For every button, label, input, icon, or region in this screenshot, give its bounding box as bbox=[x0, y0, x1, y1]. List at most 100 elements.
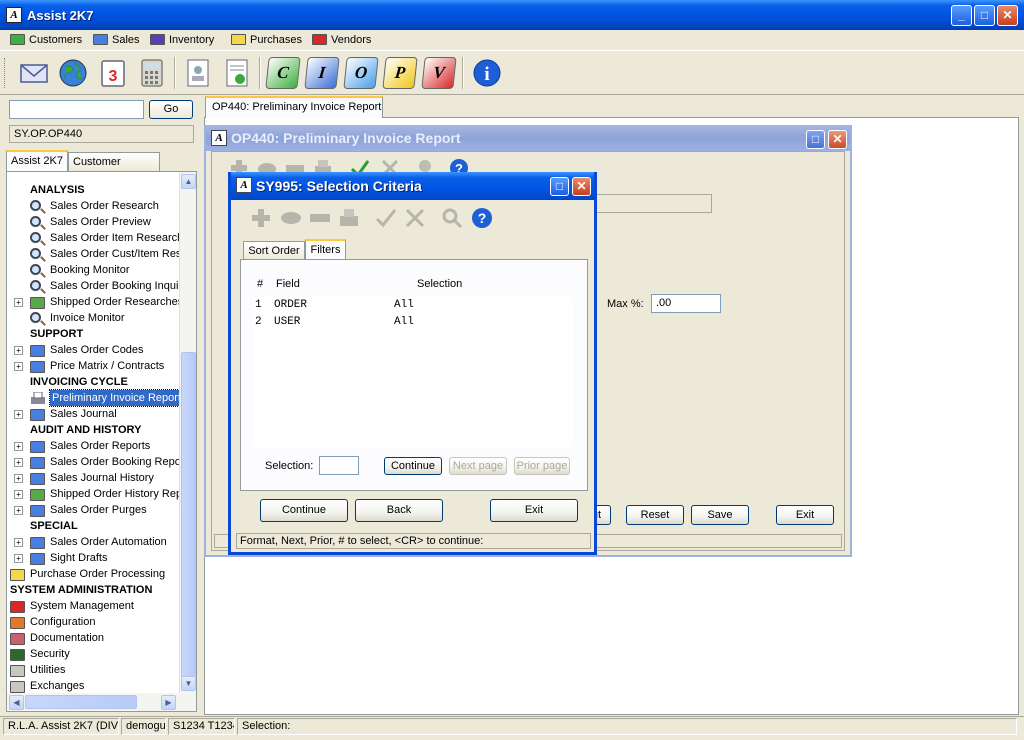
search-input[interactable] bbox=[9, 100, 144, 119]
expand-icon[interactable]: + bbox=[14, 554, 23, 563]
minus-icon[interactable] bbox=[309, 207, 331, 232]
maximize-button[interactable]: □ bbox=[974, 5, 995, 26]
table-row[interactable]: 2 USER All bbox=[255, 316, 571, 332]
back-button[interactable]: Back bbox=[355, 499, 443, 522]
horizontal-scrollbar[interactable]: ◀ ▶ bbox=[7, 693, 196, 711]
inner-continue-button[interactable]: Continue bbox=[384, 457, 442, 475]
scroll-down-button[interactable]: ▼ bbox=[181, 676, 196, 691]
op440-maximize-button[interactable]: □ bbox=[806, 130, 825, 149]
expand-icon[interactable]: + bbox=[14, 474, 23, 483]
app-logo-icon: A bbox=[6, 7, 22, 23]
folder-icon bbox=[231, 34, 246, 45]
tab-sort-order[interactable]: Sort Order bbox=[243, 241, 305, 260]
expand-icon[interactable]: + bbox=[14, 362, 23, 371]
hscroll-thumb[interactable] bbox=[25, 695, 137, 709]
close-button[interactable]: ✕ bbox=[997, 5, 1018, 26]
expand-icon[interactable]: + bbox=[14, 410, 23, 419]
envelope-icon[interactable] bbox=[18, 57, 50, 89]
expand-icon[interactable]: + bbox=[14, 346, 23, 355]
folder-icon bbox=[30, 297, 45, 309]
menu-inventory[interactable]: Inventory bbox=[150, 32, 214, 48]
folder-icon bbox=[30, 361, 45, 373]
report-icon[interactable] bbox=[221, 57, 253, 89]
cancel-icon[interactable] bbox=[404, 207, 426, 232]
column-header-selection: Selection bbox=[417, 278, 463, 290]
inventory-i-button[interactable]: I bbox=[304, 57, 340, 89]
magnifier-icon bbox=[30, 312, 41, 323]
vertical-scrollbar[interactable]: ▲ ▼ bbox=[179, 172, 196, 693]
exit-button[interactable]: Exit bbox=[490, 499, 578, 522]
calculator-icon[interactable] bbox=[136, 57, 168, 89]
folder-icon bbox=[30, 345, 45, 357]
tree-item-label: System Management bbox=[30, 600, 134, 612]
expand-icon[interactable]: + bbox=[14, 506, 23, 515]
selection-input[interactable] bbox=[319, 456, 359, 475]
expand-icon[interactable]: + bbox=[14, 490, 23, 499]
tab-filters[interactable]: Filters bbox=[305, 239, 346, 260]
dialog-status-line: Format, Next, Prior, # to select, <CR> t… bbox=[236, 533, 591, 549]
menu-label: Purchases bbox=[250, 34, 302, 46]
navigation-panel: Go SY.OP.OP440 Assist 2K7 Customer Servi… bbox=[0, 96, 203, 716]
filter-list[interactable]: 1 ORDER All 2 USER All bbox=[253, 297, 573, 447]
folder-icon bbox=[30, 409, 45, 421]
row-field: ORDER bbox=[274, 299, 308, 311]
scroll-right-button[interactable]: ▶ bbox=[161, 695, 176, 710]
max-pct-input[interactable]: .00 bbox=[651, 294, 721, 313]
table-row[interactable]: 1 ORDER All bbox=[255, 299, 571, 315]
tree-item-label: Preliminary Invoice Report bbox=[49, 389, 184, 407]
go-button[interactable]: Go bbox=[149, 100, 193, 119]
toolbar-separator bbox=[462, 57, 464, 89]
continue-button[interactable]: Continue bbox=[260, 499, 348, 522]
expand-icon[interactable]: + bbox=[14, 298, 23, 307]
scroll-thumb[interactable] bbox=[181, 352, 196, 677]
search-icon[interactable] bbox=[441, 207, 463, 232]
sy995-title-bar[interactable]: A SY995: Selection Criteria □ ✕ bbox=[231, 172, 594, 200]
reset-button[interactable]: Reset bbox=[626, 505, 684, 525]
folder-icon bbox=[30, 489, 45, 501]
eraser-icon[interactable] bbox=[280, 207, 302, 232]
tab-op440[interactable]: OP440: Preliminary Invoice Report bbox=[205, 96, 383, 118]
menu-vendors[interactable]: Vendors bbox=[312, 32, 371, 48]
expand-icon[interactable]: + bbox=[14, 538, 23, 547]
status-terminal: S1234 T1234 bbox=[168, 718, 235, 735]
menu-sales[interactable]: Sales bbox=[93, 32, 140, 48]
orders-o-button[interactable]: O bbox=[343, 57, 379, 89]
tree-item-label: Shipped Order Researches bbox=[50, 296, 184, 308]
menu-tree: ANALYSIS Sales Order Research Sales Order … bbox=[6, 171, 197, 712]
minimize-button[interactable]: _ bbox=[951, 5, 972, 26]
tree-item-label: Sales Order Preview bbox=[50, 216, 151, 228]
scroll-up-button[interactable]: ▲ bbox=[181, 174, 196, 189]
vendors-v-button[interactable]: V bbox=[421, 57, 457, 89]
toolbar-grip[interactable] bbox=[4, 58, 7, 88]
next-page-button[interactable]: Next page bbox=[449, 457, 507, 475]
info-icon[interactable]: i bbox=[471, 57, 503, 89]
op440-close-button[interactable]: ✕ bbox=[828, 130, 847, 149]
prior-page-button[interactable]: Prior page bbox=[514, 457, 570, 475]
tab-customer-service[interactable]: Customer Service bbox=[68, 152, 160, 186]
scroll-left-button[interactable]: ◀ bbox=[9, 695, 24, 710]
expand-icon[interactable]: + bbox=[14, 458, 23, 467]
folder-icon bbox=[10, 617, 25, 629]
add-icon[interactable] bbox=[250, 207, 272, 232]
op440-title-bar[interactable]: A OP440: Preliminary Invoice Report □ ✕ bbox=[206, 125, 850, 151]
window-title: Assist 2K7 bbox=[27, 8, 94, 23]
globe-icon[interactable] bbox=[57, 57, 89, 89]
purchases-p-button[interactable]: P bbox=[382, 57, 418, 89]
save-button[interactable]: Save bbox=[691, 505, 749, 525]
status-user: demogui bbox=[121, 718, 166, 735]
magnifier-icon bbox=[30, 232, 41, 243]
sy995-close-button[interactable]: ✕ bbox=[572, 177, 591, 196]
check-icon[interactable] bbox=[375, 207, 397, 232]
contacts-icon[interactable] bbox=[182, 57, 214, 89]
print-icon[interactable] bbox=[338, 207, 360, 232]
sy995-maximize-button[interactable]: □ bbox=[550, 177, 569, 196]
main-title-bar[interactable]: A Assist 2K7 _ □ ✕ bbox=[0, 0, 1024, 30]
menu-customers[interactable]: Customers bbox=[10, 32, 82, 48]
tab-assist-2k7[interactable]: Assist 2K7 bbox=[6, 150, 68, 172]
menu-purchases[interactable]: Purchases bbox=[231, 32, 302, 48]
expand-icon[interactable]: + bbox=[14, 442, 23, 451]
customers-c-button[interactable]: C bbox=[265, 57, 301, 89]
exit-button[interactable]: Exit bbox=[776, 505, 834, 525]
calendar-icon[interactable]: 3 bbox=[97, 57, 129, 89]
help-icon[interactable]: ? bbox=[471, 207, 493, 232]
